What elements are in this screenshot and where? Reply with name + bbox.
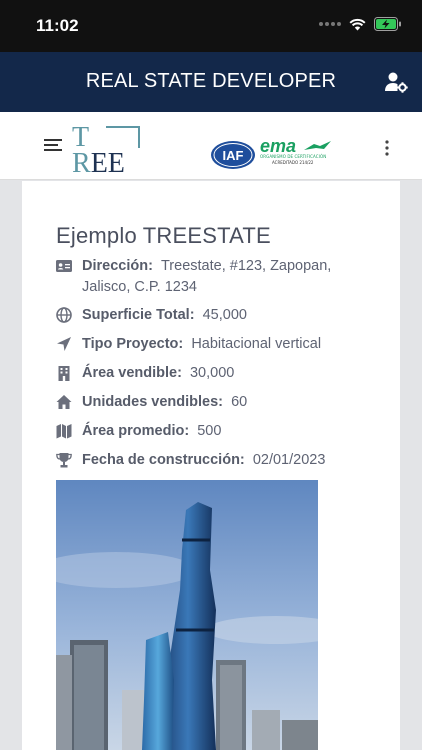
property-card: Ejemplo TREESTATE Dirección: Treestate, … [22,181,400,750]
field-area-vendible: Área vendible: 30,000 [56,363,356,384]
field-unidades-vendibles: Unidades vendibles: 60 [56,392,356,413]
property-title: Ejemplo TREESTATE [56,223,271,248]
map-icon [56,424,72,439]
building-icon [58,366,70,381]
menu-icon[interactable] [44,138,64,154]
ema-bird-icon [304,141,331,150]
home-icon [56,395,72,409]
status-time: 11:02 [36,16,79,35]
ema-logo: ema ORGANISMO DE CERTIFICACIÓN ACREDITAD… [258,136,334,168]
field-tipo-proyecto: Tipo Proyecto: Habitacional vertical [56,334,356,355]
status-bar: 11:02 [0,0,422,52]
building-photo [56,480,318,750]
app-header: REAL STATE DEVELOPER [0,52,422,112]
app-title: REAL STATE DEVELOPER [85,70,337,92]
status-icons [319,17,402,31]
field-direccion: Dirección: Treestate, #123, Zapopan, Jal… [56,256,356,298]
id-card-icon [56,260,72,272]
field-fecha-construccion: Fecha de construcción: 02/01/2023 [56,450,356,471]
wifi-icon [349,18,366,30]
location-arrow-icon [57,337,71,351]
svg-text:IAF: IAF [223,148,244,163]
signal-dots-icon [319,22,341,26]
user-settings-icon[interactable] [384,70,408,94]
trophy-icon [56,453,72,468]
more-vertical-icon[interactable] [384,140,390,156]
iaf-logo: IAF [211,141,255,169]
battery-charging-icon [374,17,401,31]
tree-logo: T REE [70,124,142,178]
field-area-promedio: Área promedio: 500 [56,421,356,442]
globe-icon [56,307,72,323]
field-superficie-total: Superficie Total: 45,000 [56,305,356,326]
